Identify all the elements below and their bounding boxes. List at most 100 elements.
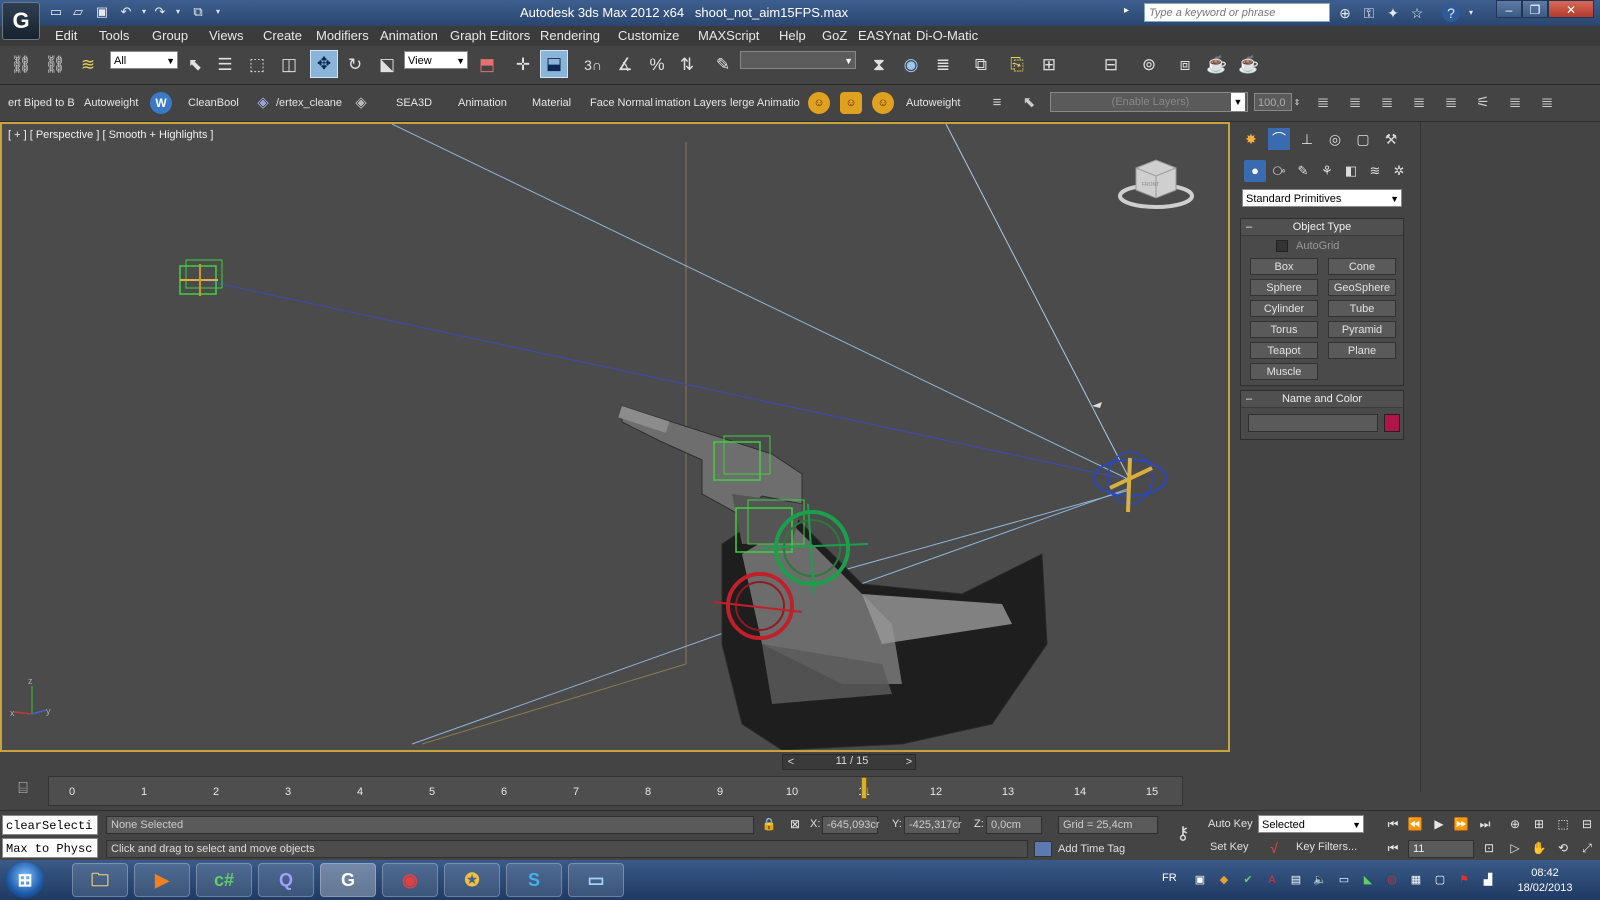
- create-tab-icon[interactable]: ✸: [1240, 128, 1262, 150]
- media-player-taskbar-icon[interactable]: ▶: [134, 863, 190, 897]
- angle-snap-icon[interactable]: ∡: [612, 52, 638, 78]
- w-script-icon[interactable]: W: [150, 92, 172, 114]
- motion-tab-icon[interactable]: ◎: [1324, 128, 1346, 150]
- systems-icon[interactable]: ✲: [1388, 160, 1410, 182]
- system-clock[interactable]: 08:42 18/02/2013: [1510, 866, 1580, 896]
- named-selection-sets-dropdown[interactable]: ▼: [740, 51, 856, 69]
- menu-easynat[interactable]: EASYnat: [858, 28, 911, 43]
- help-dropdown-icon[interactable]: ▾: [1462, 4, 1480, 22]
- undo-icon[interactable]: ↶: [118, 4, 134, 20]
- go-to-start-icon[interactable]: ⏮: [1384, 816, 1402, 832]
- script-material-button[interactable]: Material: [532, 97, 571, 109]
- current-frame-field[interactable]: 11: [1408, 840, 1474, 858]
- tray-update-icon[interactable]: ◆: [1216, 872, 1232, 888]
- default-tangent-icon[interactable]: √: [1264, 838, 1284, 858]
- explorer-taskbar-icon[interactable]: 🗀: [72, 863, 128, 897]
- next-frame-button[interactable]: >: [902, 754, 916, 770]
- qbf-taskbar-icon[interactable]: Q: [258, 863, 314, 897]
- zoom-extents-all-icon[interactable]: ⊟: [1578, 816, 1596, 832]
- geosphere-button[interactable]: GeoSphere: [1328, 279, 1396, 296]
- render-iterative-icon[interactable]: ☕: [1236, 52, 1262, 78]
- x-coord-field[interactable]: -645,093cr: [822, 816, 880, 834]
- previous-frame-icon[interactable]: ⏪: [1406, 816, 1424, 832]
- prev-frame-button[interactable]: <: [784, 754, 798, 770]
- anim-layer-copy-icon[interactable]: ≣: [1376, 92, 1398, 114]
- spinner-icon[interactable]: ⇕: [1292, 92, 1302, 114]
- key-icon[interactable]: ⚷: [1170, 822, 1196, 844]
- close-button[interactable]: ✕: [1548, 0, 1594, 18]
- menu-customize[interactable]: Customize: [618, 28, 679, 43]
- language-indicator[interactable]: FR: [1162, 872, 1177, 884]
- unlink-selection-icon[interactable]: ⛓: [42, 52, 68, 78]
- key-mode-toggle-icon[interactable]: ⏮: [1384, 840, 1402, 856]
- face-script-icon[interactable]: ☺: [808, 92, 830, 114]
- face-script-icon-2[interactable]: ☺: [840, 92, 862, 114]
- viewcube[interactable]: FRONT: [1118, 159, 1194, 209]
- tray-security-icon[interactable]: ✔: [1240, 872, 1256, 888]
- timeline-playhead[interactable]: [861, 777, 867, 799]
- muscle-button[interactable]: Muscle: [1250, 363, 1318, 380]
- open-file-icon[interactable]: ▱: [70, 4, 86, 20]
- z-coord-field[interactable]: 0,0cm: [986, 816, 1042, 834]
- keyboard-shortcut-override-icon[interactable]: ⬓: [540, 50, 568, 78]
- tray-network-icon[interactable]: ▦: [1408, 872, 1424, 888]
- bind-space-warp-icon[interactable]: ≋: [75, 52, 101, 78]
- menu-edit[interactable]: Edit: [55, 28, 77, 43]
- menu-create[interactable]: Create: [263, 28, 302, 43]
- undo-dropdown-icon[interactable]: ▾: [136, 4, 152, 20]
- object-type-header[interactable]: – Object Type: [1241, 219, 1403, 236]
- maxscript-listener-top[interactable]: clearSelecti: [2, 815, 98, 835]
- save-icon[interactable]: ▣: [94, 4, 110, 20]
- tray-adobe-icon[interactable]: A: [1264, 872, 1280, 888]
- vertex-pattern-icon-2[interactable]: ◈: [350, 92, 372, 114]
- window-crossing-icon[interactable]: ◫: [276, 52, 302, 78]
- field-of-view-icon[interactable]: ▷: [1506, 840, 1524, 856]
- edit-named-selection-icon[interactable]: ✎: [710, 52, 736, 78]
- skype-taskbar-icon[interactable]: S: [506, 863, 562, 897]
- object-color-swatch[interactable]: [1384, 414, 1400, 432]
- utilities-tab-icon[interactable]: ⚒: [1380, 128, 1402, 150]
- script-autoweight-button[interactable]: Autoweight: [84, 97, 138, 109]
- quick-access-dropdown-icon[interactable]: ▾: [210, 4, 226, 20]
- tray-nvidia-icon[interactable]: ◣: [1360, 872, 1376, 888]
- orbit-icon[interactable]: ⟲: [1554, 840, 1572, 856]
- y-coord-field[interactable]: -425,317cr: [904, 816, 962, 834]
- cameras-icon[interactable]: ⚘: [1316, 160, 1338, 182]
- select-and-rotate-icon[interactable]: ↻: [342, 52, 368, 78]
- schematic-view-icon[interactable]: ⊞: [1036, 52, 1062, 78]
- binoculars-icon[interactable]: ⊕: [1336, 4, 1354, 22]
- volume-icon[interactable]: 🔈: [1312, 872, 1328, 888]
- viewport-scene[interactable]: z x y FRONT: [2, 124, 1228, 750]
- shapes-icon[interactable]: ⧂: [1268, 160, 1290, 182]
- app-menu-button[interactable]: G: [2, 2, 40, 40]
- select-manipulate-icon[interactable]: ✛: [510, 52, 536, 78]
- layer-manager-icon[interactable]: ≣: [930, 52, 956, 78]
- counter-strike-taskbar-icon[interactable]: ✪: [444, 863, 500, 897]
- anim-layer-paste-icon[interactable]: ≣: [1408, 92, 1430, 114]
- object-name-field[interactable]: [1248, 414, 1378, 432]
- tray-monitor-icon[interactable]: ▭: [1336, 872, 1352, 888]
- anim-layer-collapse-icon[interactable]: ≣: [1440, 92, 1462, 114]
- start-button[interactable]: ⊞: [6, 862, 44, 898]
- name-and-color-header[interactable]: – Name and Color: [1241, 391, 1403, 408]
- chrome-taskbar-icon[interactable]: ◉: [382, 863, 438, 897]
- align-icon[interactable]: ◉: [898, 52, 924, 78]
- percent-snap-icon[interactable]: %: [644, 52, 670, 78]
- reference-coordinate-dropdown[interactable]: View ▼: [404, 51, 468, 69]
- select-by-name-icon[interactable]: ☰: [212, 52, 238, 78]
- menu-rendering[interactable]: Rendering: [540, 28, 600, 43]
- select-and-move-icon[interactable]: ✥: [310, 50, 338, 78]
- face-script-icon-3[interactable]: ☺: [872, 92, 894, 114]
- script-face-normal-button[interactable]: Face Normal: [590, 97, 653, 109]
- absolute-mode-icon[interactable]: ⊠: [786, 816, 804, 832]
- cone-button[interactable]: Cone: [1328, 258, 1396, 275]
- add-time-tag-button[interactable]: Add Time Tag: [1058, 843, 1125, 855]
- menu-help[interactable]: Help: [779, 28, 806, 43]
- spinner-snap-icon[interactable]: ⇅: [674, 52, 700, 78]
- display-tab-icon[interactable]: ▢: [1352, 128, 1374, 150]
- anim-layer-remove-icon[interactable]: ≣: [1344, 92, 1366, 114]
- script-autoweight-button-2[interactable]: Autoweight: [906, 97, 960, 109]
- snaps-toggle-icon[interactable]: 3∩: [580, 52, 606, 78]
- search-input[interactable]: Type a keyword or phrase: [1144, 3, 1330, 22]
- tube-button[interactable]: Tube: [1328, 300, 1396, 317]
